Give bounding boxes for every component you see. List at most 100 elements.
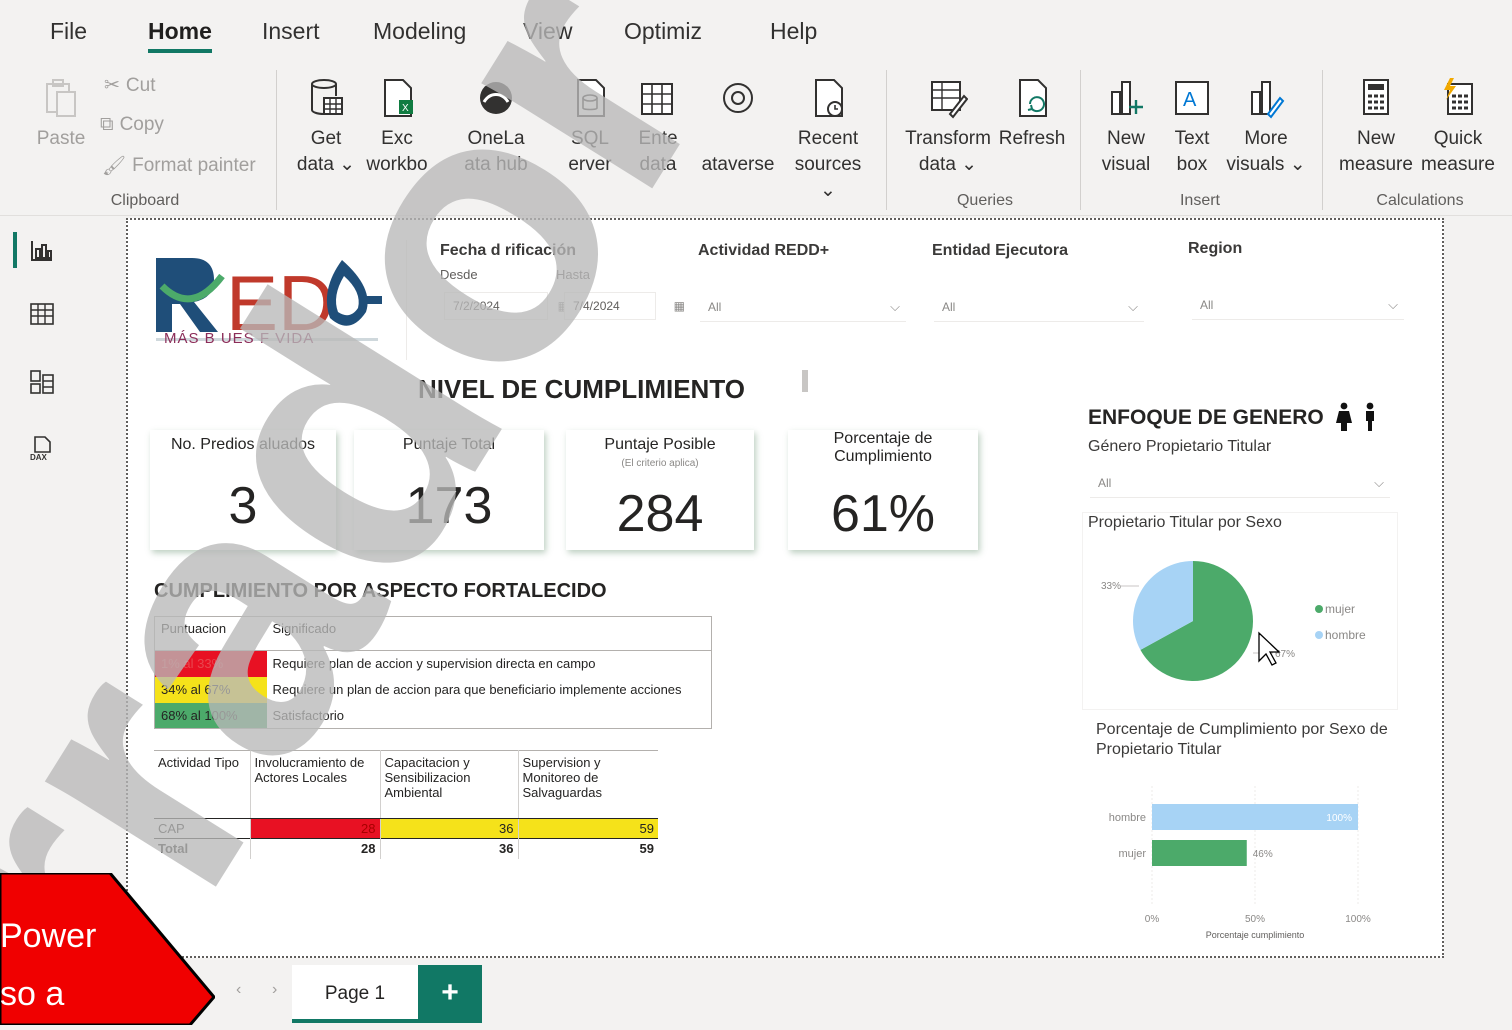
dax-query-icon: DAX xyxy=(30,436,51,461)
tab-home[interactable]: Home xyxy=(148,18,212,53)
range-cell: 68% al 100% xyxy=(154,702,267,729)
get-data-label-1: Get xyxy=(310,128,342,149)
legend-label: mujer xyxy=(1325,602,1355,616)
excel-workbook-button[interactable]: X Exc workbo xyxy=(362,76,432,178)
cut-button[interactable]: ✂ Cut xyxy=(104,74,156,97)
paste-label: Paste xyxy=(36,128,86,149)
sql-label-1: SQL xyxy=(570,128,610,149)
region-dropdown[interactable]: All ⌵ xyxy=(1192,290,1404,320)
format-painter-button[interactable]: 🖌 Format painter xyxy=(102,154,256,178)
copy-icon: ⧉ xyxy=(100,114,114,135)
next-page-icon[interactable]: › xyxy=(272,981,277,999)
tab-file[interactable]: File xyxy=(50,18,87,45)
entidad-dropdown[interactable]: All ⌵ xyxy=(934,292,1144,322)
matrix-header[interactable]: Actividad Tipo xyxy=(154,750,250,819)
date-to-value: 7/4/2024 xyxy=(573,299,620,313)
tab-modeling[interactable]: Modeling xyxy=(373,18,466,45)
bar-data-label: 100% xyxy=(1326,813,1352,824)
tab-optimize[interactable]: Optimiz xyxy=(624,18,702,45)
report-view-icon xyxy=(31,241,52,261)
report-canvas: E D MÁS B UES F VIDA Fecha d rificación … xyxy=(126,218,1444,958)
pie-data-label: 33% xyxy=(1101,581,1121,592)
transform-data-button[interactable]: Transform data ⌄ xyxy=(900,76,996,178)
genero-dropdown[interactable]: All ⌵ xyxy=(1090,468,1390,498)
table-row-total: Total 28 36 59 xyxy=(154,838,658,859)
more-visuals-icon xyxy=(1251,81,1285,119)
bar-mujer xyxy=(1152,840,1247,866)
matrix-header[interactable]: Capacitacion y Sensibilizacion Ambiental xyxy=(379,750,518,819)
matrix-cell: 59 xyxy=(517,838,658,859)
matrix-cell: 36 xyxy=(379,838,518,859)
enter-data-button[interactable]: Ente data xyxy=(630,76,686,178)
pie-chart: 33%67%mujerhombre xyxy=(1101,561,1366,681)
prev-page-icon[interactable]: ‹ xyxy=(236,981,241,999)
kpi-card-porcentaje: Porcentaje de Cumplimiento 61% xyxy=(788,430,978,550)
y-category-label: mujer xyxy=(1118,848,1146,860)
kpi-card-puntaje-posible: Puntaje Posible (El criterio aplica) 284 xyxy=(566,430,754,550)
callout-line-2: so a xyxy=(0,975,65,1013)
matrix-header[interactable]: Supervision y Monitoreo de Salvaguardas xyxy=(517,750,658,819)
person-icons xyxy=(1336,402,1374,431)
chevron-down-icon: ⌵ xyxy=(890,299,900,314)
text-box-label-2: box xyxy=(1176,154,1208,175)
enter-data-label-1: Ente xyxy=(638,128,678,149)
menu-tabs: File Home Insert Modeling View Optimiz H… xyxy=(0,0,1512,62)
pie-visual-frame[interactable]: 33% 67% mujer hombre xyxy=(1082,512,1398,710)
new-measure-button[interactable]: New measure xyxy=(1336,76,1416,178)
dax-query-view-button[interactable]: DAX xyxy=(22,428,62,468)
date-from-input[interactable]: 7/2/2024▦ xyxy=(444,292,569,320)
refresh-button[interactable]: Refresh xyxy=(994,76,1070,152)
tab-insert[interactable]: Insert xyxy=(262,18,320,45)
kpi-value: 61% xyxy=(830,485,936,543)
nivel-title: NIVEL DE CUMPLIMIENTO xyxy=(418,374,745,404)
quick-measure-button[interactable]: Quick measure xyxy=(1420,76,1496,178)
database-icon xyxy=(311,79,343,115)
refresh-label-1: Refresh xyxy=(998,128,1066,149)
paste-button[interactable]: Paste xyxy=(34,76,88,152)
fecha-slicer-title: Fecha d rificación xyxy=(440,242,577,259)
ribbon-body: Paste ✂ Cut ⧉ Copy 🖌 Format painter Clipboa… xyxy=(0,62,1512,216)
ribbon-divider xyxy=(886,70,887,210)
actividad-dropdown[interactable]: All ⌵ xyxy=(700,292,906,322)
sql-server-button[interactable]: SQL erver xyxy=(560,76,620,178)
report-view-button[interactable] xyxy=(13,230,62,270)
new-visual-label-1: New xyxy=(1106,128,1145,149)
tab-view[interactable]: View xyxy=(523,18,572,45)
entidad-slicer-title: Entidad Ejecutora xyxy=(932,242,1069,259)
dataverse-button[interactable]: ataverse xyxy=(696,76,780,178)
date-to-input[interactable]: 7/4/2024 ▦ xyxy=(564,292,685,320)
header-divider xyxy=(406,240,407,360)
kpi-label: No. Predios aluados xyxy=(170,436,316,453)
matrix-header[interactable]: Involucramiento de Actores Locales xyxy=(249,750,380,819)
copy-button[interactable]: ⧉ Copy xyxy=(100,114,164,136)
recent-sources-button[interactable]: Recent sources ⌄ xyxy=(786,76,870,204)
model-view-button[interactable] xyxy=(22,362,62,402)
page-tab[interactable]: Page 1 xyxy=(292,965,418,1023)
text-box-button[interactable]: A Text box xyxy=(1164,76,1220,178)
table-header[interactable]: Significado xyxy=(266,616,712,651)
insert-group-label: Insert xyxy=(1179,192,1220,209)
kpi-value: 284 xyxy=(616,485,704,543)
excel-label-1: Exc xyxy=(381,128,413,149)
legend-label: hombre xyxy=(1325,628,1366,642)
refresh-icon xyxy=(1019,79,1047,117)
red-callout: Power so a xyxy=(0,871,216,1027)
get-data-label-2: data ⌄ xyxy=(296,154,356,175)
add-page-button[interactable]: + xyxy=(418,965,482,1023)
region-slicer-title: Region xyxy=(1188,240,1243,257)
more-visuals-button[interactable]: More visuals ⌄ xyxy=(1226,76,1306,178)
left-nav: DAX xyxy=(0,216,84,961)
y-category-label: hombre xyxy=(1109,812,1146,824)
desde-label: Desde xyxy=(440,267,478,282)
bar-chart: 0% 50% 100% hombre 100% mujer 46% Porcentaje cu… xyxy=(1109,786,1371,940)
table-view-button[interactable] xyxy=(22,294,62,334)
new-visual-button[interactable]: New visual xyxy=(1096,76,1156,178)
hasta-label: Hasta xyxy=(556,267,590,282)
more-visuals-label-2: visuals ⌄ xyxy=(1226,154,1306,175)
get-data-button[interactable]: Get data ⌄ xyxy=(292,76,360,178)
tab-help[interactable]: Help xyxy=(770,18,817,45)
onelake-hub-button[interactable]: OneLa ata hub xyxy=(456,76,536,178)
table-header[interactable]: Puntuacion xyxy=(154,616,267,651)
transform-icon xyxy=(931,81,968,119)
scroll-handle[interactable] xyxy=(802,370,808,392)
